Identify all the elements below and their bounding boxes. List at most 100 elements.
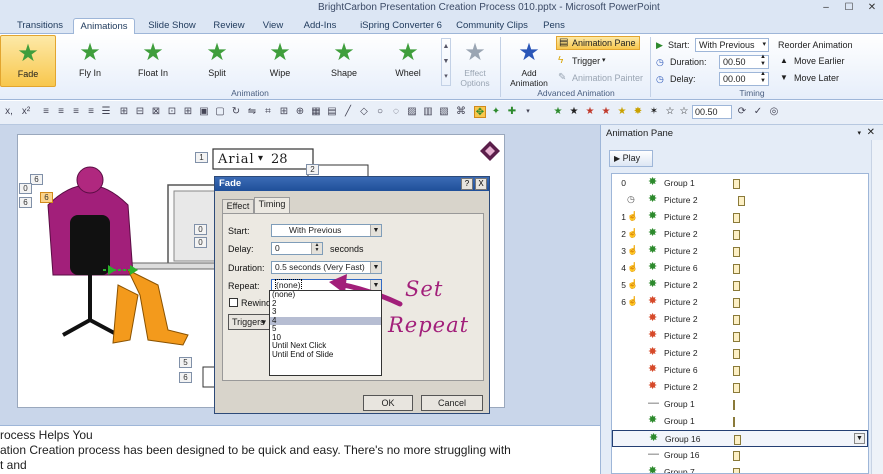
repeat-option[interactable]: 2 [270, 299, 381, 309]
animation-badge[interactable]: 0 [194, 224, 207, 235]
cancel-button[interactable]: Cancel [421, 395, 483, 411]
timeline-bar[interactable] [733, 230, 740, 240]
subscript-icon[interactable]: x, [3, 106, 15, 118]
animation-pane-icon[interactable]: ✥ [474, 106, 486, 118]
align-icon[interactable]: ⊟ [134, 106, 146, 118]
pane-scrollbar[interactable] [871, 140, 883, 474]
timeline-bar[interactable] [733, 213, 740, 223]
animation-badge[interactable]: 6 [179, 372, 192, 383]
timeline-bar[interactable] [733, 383, 740, 393]
timeline-bar[interactable] [733, 281, 740, 291]
animation-badge[interactable]: 1 [195, 152, 208, 163]
start-select[interactable]: With Previous ▼ [271, 224, 382, 237]
timeline-bar[interactable] [733, 315, 740, 325]
exit-star-icon[interactable]: ★ [584, 106, 596, 118]
animation-badge[interactable]: 6 [19, 197, 32, 208]
media-icon[interactable]: ▧ [438, 106, 450, 118]
align-right-icon[interactable]: ≡ [70, 106, 82, 118]
animation-item[interactable]: ✸ Picture 2 [612, 345, 868, 362]
ring-icon[interactable]: ◎ [768, 106, 780, 118]
animation-item[interactable]: ✸ Picture 2 [612, 311, 868, 328]
star-outline-icon[interactable]: ☆ [678, 106, 690, 118]
animation-item[interactable]: ◷ ✸ Picture 2 [612, 192, 868, 209]
repeat-option[interactable]: (none) [270, 290, 381, 300]
close-icon[interactable]: ✕ [867, 127, 875, 138]
timeline-bar[interactable] [734, 435, 741, 445]
tab-review[interactable]: Review [208, 18, 250, 34]
animation-item[interactable]: ✸ Picture 2 [612, 328, 868, 345]
distribute-icon[interactable]: ⊠ [150, 106, 162, 118]
tab-pens[interactable]: Pens [537, 18, 571, 34]
effect-wheel-button[interactable]: ★ Wheel [380, 35, 436, 87]
tab-community-clips[interactable]: Community Clips [453, 18, 531, 34]
group-icon[interactable]: ⊡ [166, 106, 178, 118]
animation-item[interactable]: ✸ Picture 2 [612, 379, 868, 396]
add-effect-icon[interactable]: ✦ [490, 106, 502, 118]
timeline-bar[interactable] [733, 298, 740, 308]
tab-transitions[interactable]: Transitions [8, 18, 72, 34]
timeline-bar[interactable] [738, 196, 745, 206]
picture-icon[interactable]: ▨ [406, 106, 418, 118]
timeline-bar[interactable] [733, 179, 740, 189]
spinner-icon[interactable]: ▲ ▼ [311, 243, 322, 254]
animation-pane-button[interactable]: Animation Pane ▤ [556, 36, 640, 50]
close-icon[interactable]: ✕ [861, 1, 883, 14]
oval-icon[interactable]: ○ [374, 106, 386, 118]
animation-badge[interactable]: 0 [194, 237, 207, 248]
chart-icon[interactable]: ▥ [422, 106, 434, 118]
refresh-icon[interactable]: ⟳ [736, 106, 748, 118]
timeline-bar[interactable] [733, 417, 735, 427]
tab-ispring[interactable]: iSpring Converter 6 [352, 18, 450, 34]
zoom-input[interactable]: 00.50 [692, 105, 732, 119]
play-button[interactable]: ▶ Play [609, 150, 653, 167]
spinner-icon[interactable]: ▲ ▼ [760, 54, 766, 68]
ungroup-icon[interactable]: ⊞ [182, 106, 194, 118]
help-button[interactable]: ? [461, 178, 473, 190]
animation-item[interactable]: 0 ✸ Group 1 [612, 175, 868, 192]
chevron-down-icon[interactable]: ▼ [854, 433, 865, 444]
emphasis-star-icon[interactable]: ✸ [632, 106, 644, 118]
star-add-icon[interactable]: ✚ [506, 106, 518, 118]
chevron-down-icon[interactable]: ▾ [522, 106, 534, 118]
tab-timing[interactable]: Timing [254, 197, 290, 214]
animation-badge[interactable]: 5 [179, 357, 192, 368]
minimize-icon[interactable]: ‒ [815, 1, 837, 14]
repeat-option[interactable]: Until End of Slide [270, 350, 381, 360]
timeline-bar[interactable] [733, 400, 735, 410]
star-icon[interactable]: ★ [568, 106, 580, 118]
clip-icon[interactable]: ⌘ [455, 106, 467, 118]
chevron-down-icon[interactable]: ▾ [857, 129, 861, 137]
animation-item[interactable]: 6 ☝ ✸ Picture 2 [612, 294, 868, 311]
tab-slide-show[interactable]: Slide Show [140, 18, 204, 34]
animation-item[interactable]: ✸ Picture 6 [612, 362, 868, 379]
animation-item[interactable]: — Group 1 [612, 396, 868, 413]
animation-badge[interactable]: 2 [306, 164, 319, 175]
size-icon[interactable]: ⊞ [278, 106, 290, 118]
star-outline-icon[interactable]: ☆ [664, 106, 676, 118]
timeline-bar[interactable] [733, 247, 740, 257]
grid-icon[interactable]: ▦ [310, 106, 322, 118]
shape-icon[interactable]: ◇ [358, 106, 370, 118]
dialog-close-button[interactable]: X [475, 178, 487, 190]
entrance-star-icon[interactable]: ★ [552, 106, 564, 118]
star-outline-icon[interactable]: ✶ [648, 106, 660, 118]
arrange-icon[interactable]: ⊞ [118, 106, 130, 118]
effect-wipe-button[interactable]: ★ Wipe [252, 35, 308, 87]
line-icon[interactable]: ╱ [342, 106, 354, 118]
timeline-bar[interactable] [733, 264, 740, 274]
animation-item[interactable]: 5 ☝ ✸ Picture 2 [612, 277, 868, 294]
animation-badge[interactable]: 6 [40, 192, 53, 203]
add-animation-button[interactable]: ★ Add Animation [504, 35, 554, 88]
move-later-button[interactable]: ▼ Move Later [780, 72, 860, 86]
ok-button[interactable]: OK [363, 395, 413, 411]
animation-item[interactable]: 3 ☝ ✸ Picture 2 [612, 243, 868, 260]
animation-item[interactable]: ✸ Group 1 [612, 413, 868, 430]
tab-add-ins[interactable]: Add-Ins [296, 18, 344, 34]
rotate-icon[interactable]: ↻ [230, 106, 242, 118]
triggers-button[interactable]: Triggers ▾ [228, 314, 270, 330]
animation-painter-button[interactable]: ✎ Animation Painter [558, 72, 648, 86]
effect-shape-button[interactable]: ★ Shape [316, 35, 372, 87]
trigger-button[interactable]: ϟ Trigger ▾ [558, 55, 628, 69]
flip-icon[interactable]: ⇋ [246, 106, 258, 118]
start-select[interactable]: With Previous ▾ [695, 38, 769, 52]
